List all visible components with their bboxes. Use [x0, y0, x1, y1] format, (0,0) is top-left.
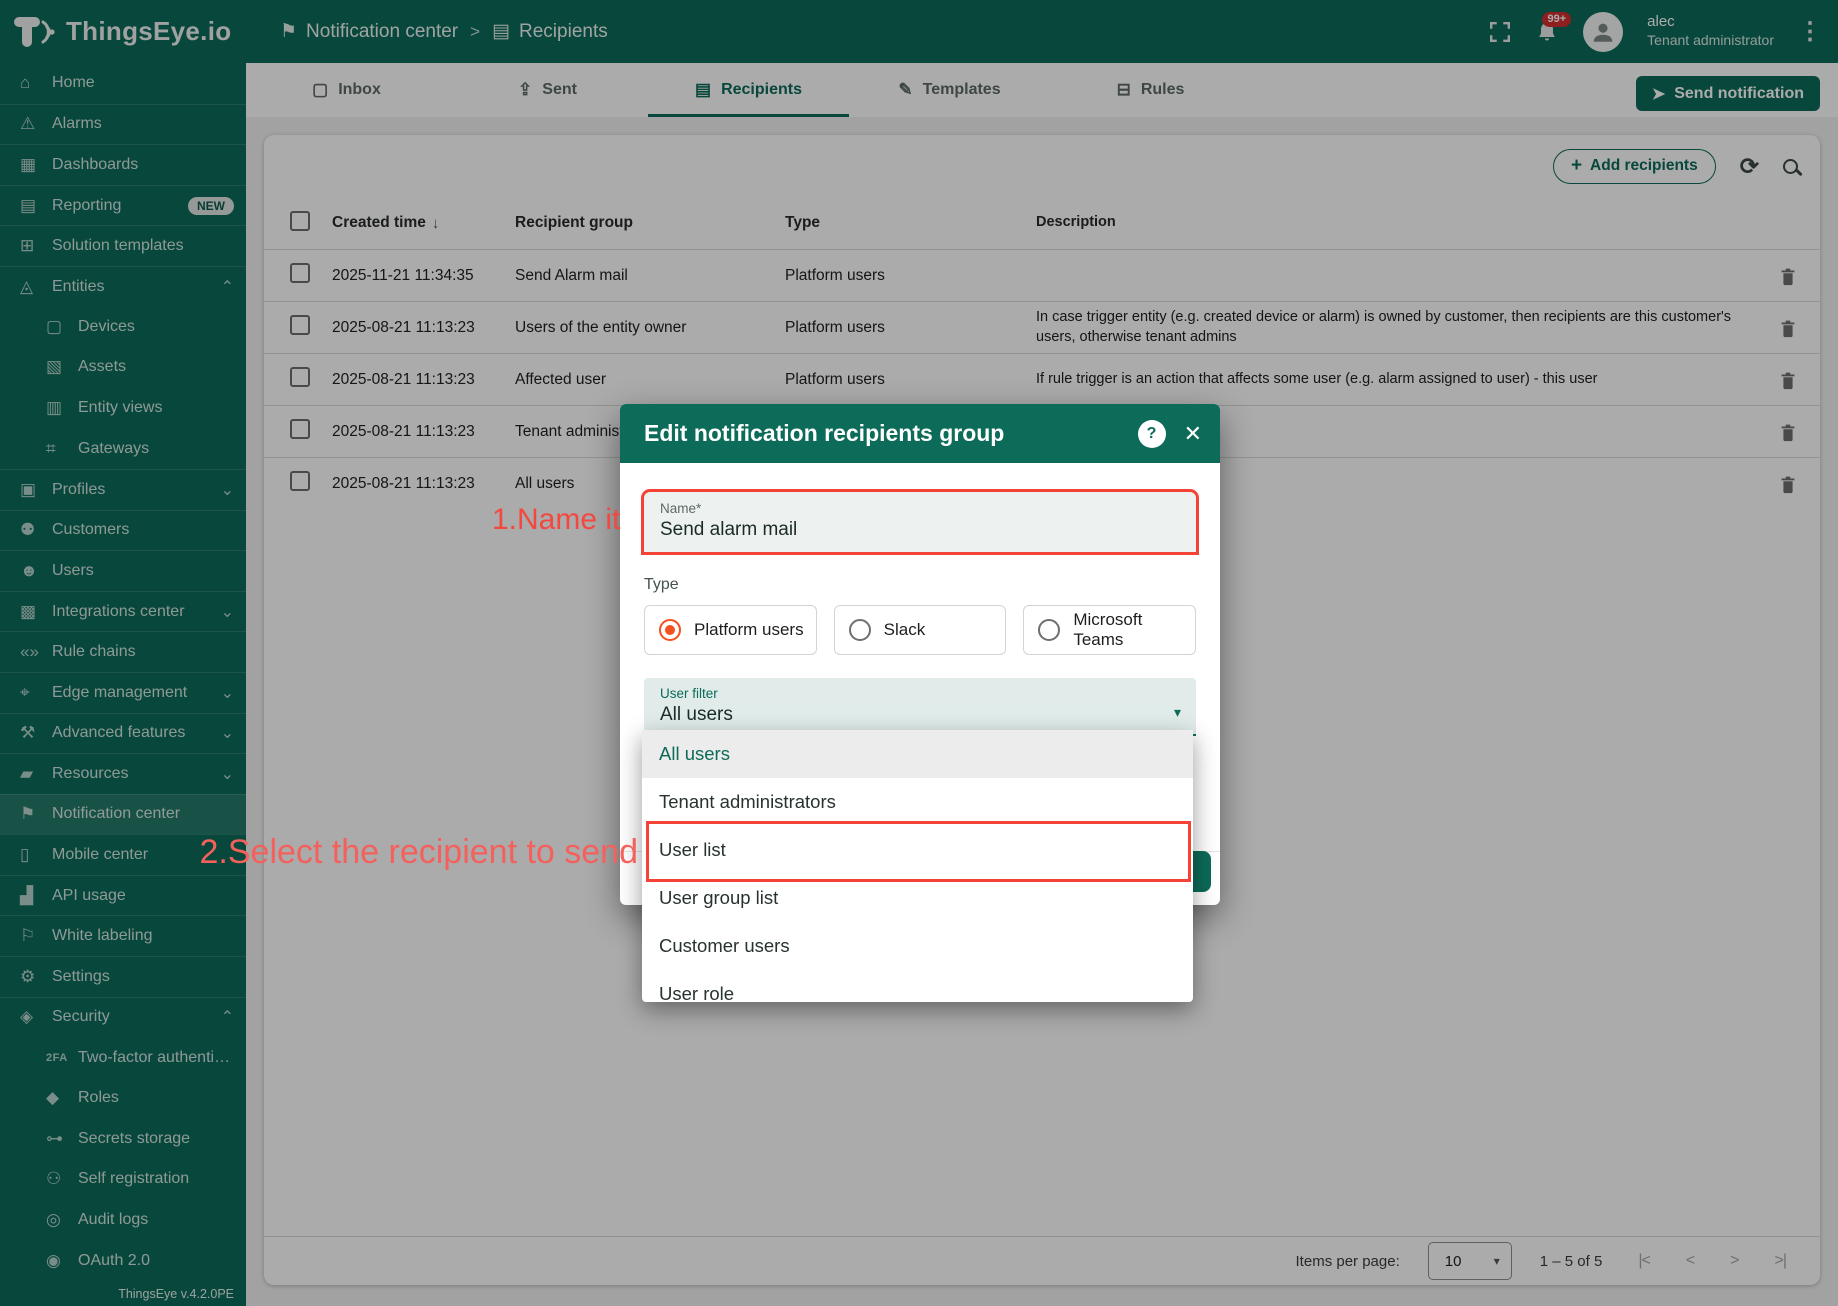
help-icon[interactable]: ? — [1137, 419, 1166, 448]
option-customer-users[interactable]: Customer users — [642, 922, 1193, 970]
user-filter-select[interactable]: User filter All users ▾ — [644, 678, 1196, 736]
close-icon[interactable]: ✕ — [1184, 421, 1202, 447]
option-user-role[interactable]: User role — [642, 970, 1193, 1002]
type-radio-group: Platform users Slack Microsoft Teams — [644, 605, 1197, 655]
caret-down-icon: ▾ — [1173, 704, 1181, 720]
type-option-slack[interactable]: Slack — [833, 605, 1007, 655]
option-user-list[interactable]: User list — [642, 826, 1193, 874]
annotation-step2: 2.Select the recipient to send — [199, 833, 639, 871]
user-filter-dropdown: All users Tenant administrators User list U… — [642, 730, 1193, 1002]
type-option-microsoft-teams[interactable]: Microsoft Teams — [1023, 605, 1197, 655]
radio-label: Slack — [883, 620, 926, 639]
name-value: Send alarm mail — [660, 519, 798, 540]
user-filter-label: User filter — [660, 686, 718, 701]
radio-unselected-icon — [1038, 619, 1061, 641]
radio-unselected-icon — [848, 619, 871, 641]
option-tenant-administrators[interactable]: Tenant administrators — [642, 778, 1193, 826]
modal-header: Edit notification recipients group ? ✕ — [620, 404, 1220, 463]
radio-selected-icon — [659, 619, 681, 641]
type-option-platform-users[interactable]: Platform users — [644, 605, 817, 655]
modal-title: Edit notification recipients group — [644, 420, 1005, 446]
option-all-users[interactable]: All users — [642, 730, 1193, 778]
user-filter-value: All users — [660, 704, 733, 725]
name-label: Name* — [660, 501, 702, 516]
option-user-group-list[interactable]: User group list — [642, 874, 1193, 922]
type-label: Type — [644, 576, 679, 593]
radio-label: Microsoft Teams — [1073, 610, 1143, 649]
radio-label: Platform users — [694, 620, 804, 639]
annotation-step1: 1.Name it — [492, 503, 621, 536]
name-input[interactable]: Name* Send alarm mail — [641, 489, 1199, 555]
